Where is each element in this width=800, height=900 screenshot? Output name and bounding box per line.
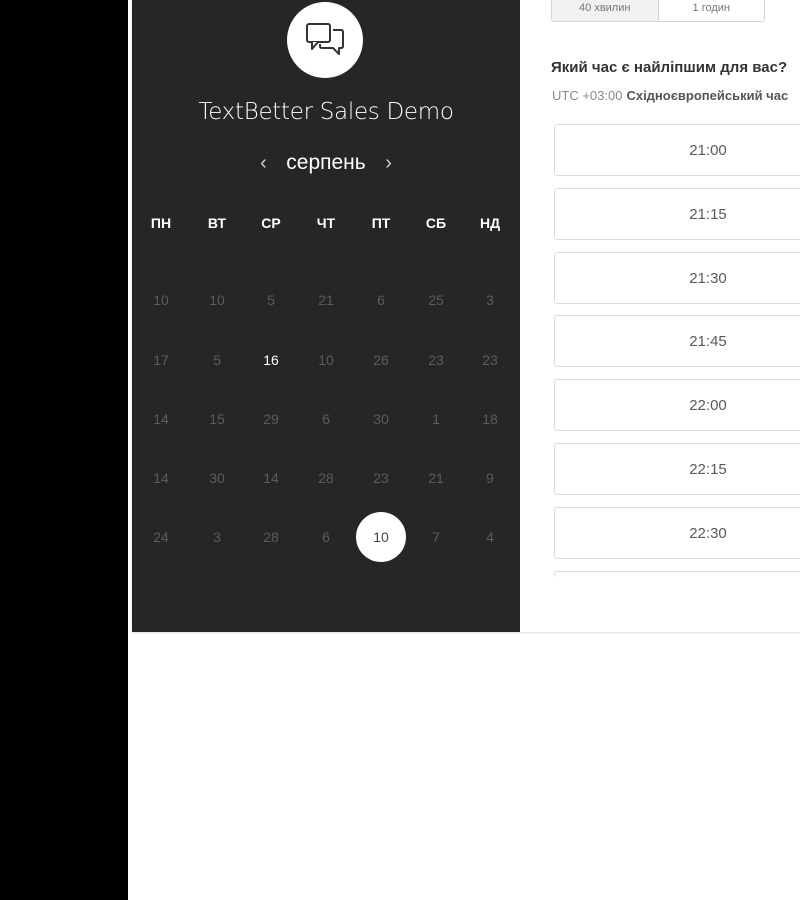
timezone-selector[interactable]: UTC +03:00 Східноєвропейський час — [552, 88, 788, 103]
calendar-day: 18 — [482, 411, 498, 427]
month-label: серпень — [286, 151, 366, 174]
calendar-day: 29 — [263, 411, 279, 427]
calendar-day: 3 — [486, 292, 494, 308]
calendar-day: 5 — [213, 352, 221, 368]
calendar-day: 10 — [318, 352, 334, 368]
calendar-day: 6 — [377, 292, 385, 308]
calendar-day: 26 — [373, 352, 389, 368]
weekday-label: ВТ — [207, 215, 227, 231]
calendar-day: 24 — [153, 529, 169, 545]
calendar-day: 3 — [213, 529, 221, 545]
calendar-day: 14 — [263, 470, 279, 486]
time-slot-label: 21:15 — [689, 205, 727, 223]
duration-tab[interactable]: 40 хвилин — [552, 0, 658, 21]
calendar-day: 9 — [486, 470, 494, 486]
weekday-label: НД — [479, 215, 501, 231]
calendar-panel: TextBetter Sales Demo ‹ серпень › ПН ВТ СР… — [132, 0, 520, 632]
calendar-day: 30 — [373, 411, 389, 427]
company-name: TextBetter Sales Demo — [198, 99, 454, 125]
time-question: Який час є найліпшим для вас? — [551, 59, 788, 76]
time-slot-button[interactable]: 21:30 — [554, 251, 800, 304]
calendar-day-available[interactable]: 16 — [247, 336, 295, 384]
weekday-label: ПН — [150, 215, 172, 231]
calendar-day: 6 — [322, 411, 330, 427]
time-slot-button[interactable]: 22:15 — [554, 443, 800, 495]
calendar-day: 10 — [153, 292, 169, 308]
chevron-right-icon[interactable]: › — [378, 148, 400, 178]
duration-selector: 40 хвилин 1 годин — [551, 0, 765, 22]
timezone-name: Східноєвропейський час — [626, 88, 789, 103]
calendar-day: 5 — [267, 292, 275, 308]
weekday-label: СР — [261, 215, 281, 231]
duration-tab[interactable]: 1 годин — [657, 0, 765, 21]
time-slot-button[interactable]: 21:15 — [554, 187, 800, 240]
calendar-day-selected[interactable]: 10 — [356, 512, 406, 562]
time-slot-label: 22:30 — [689, 524, 727, 542]
time-slot-button[interactable]: 22:30 — [554, 506, 800, 559]
calendar-day: 10 — [209, 292, 225, 308]
time-slot-label: 21:45 — [689, 333, 727, 351]
weekday-label: ПТ — [371, 215, 391, 231]
calendar-day: 1 — [432, 411, 440, 427]
weekday-label: СБ — [425, 215, 447, 231]
calendar-day: 23 — [428, 352, 444, 368]
calendar-day: 25 — [428, 292, 444, 308]
time-slot-label: 22:00 — [689, 397, 727, 415]
time-slot-button[interactable]: 21:45 — [554, 315, 800, 368]
chat-bubbles-icon — [305, 20, 345, 60]
weekday-label: ЧТ — [316, 215, 336, 231]
month-navigation: ‹ серпень › — [132, 148, 520, 178]
time-slot-label: 22:15 — [689, 461, 727, 478]
timezone-offset: UTC +03:00 — [552, 88, 623, 103]
calendar-day: 17 — [153, 352, 169, 368]
calendar-day: 21 — [428, 470, 444, 486]
calendar-day: 4 — [486, 529, 494, 545]
calendar-day: 21 — [318, 292, 334, 308]
calendar-day: 28 — [263, 529, 279, 545]
calendar-day: 23 — [482, 352, 498, 368]
background-left-bar — [0, 0, 128, 900]
time-slot-label: 21:00 — [689, 142, 727, 159]
time-slot-button[interactable]: 21:00 — [554, 124, 800, 176]
time-slot-list: 21:00 21:15 21:30 21:45 22:00 22:15 22:30 — [554, 124, 800, 577]
time-slot-button[interactable] — [554, 570, 800, 577]
calendar-day: 23 — [373, 470, 389, 486]
chevron-left-icon[interactable]: ‹ — [252, 148, 274, 178]
time-slot-label: 21:30 — [689, 269, 727, 287]
calendar-day: 28 — [318, 470, 334, 486]
calendar-day: 14 — [153, 470, 169, 486]
time-slot-button[interactable]: 22:00 — [554, 379, 800, 432]
calendar-day: 30 — [209, 470, 225, 486]
company-avatar — [287, 2, 363, 78]
calendar-day: 7 — [432, 529, 440, 545]
calendar-day: 6 — [322, 529, 330, 545]
calendar-day: 15 — [209, 411, 225, 427]
calendar-day: 14 — [153, 411, 169, 427]
